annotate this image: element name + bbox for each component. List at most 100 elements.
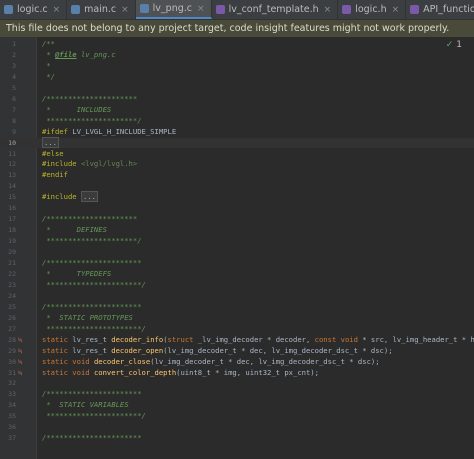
tab-main-c[interactable]: main.c × bbox=[67, 0, 136, 19]
header-file-icon bbox=[215, 5, 225, 14]
go-to-definition-icon[interactable]: ≒ bbox=[18, 335, 22, 346]
code-text: #include <lvgl/lvgl.h> bbox=[42, 159, 138, 169]
line-number: 17 bbox=[8, 215, 16, 224]
tab-lv-conf-template-h[interactable]: lv_conf_template.h × bbox=[212, 0, 339, 19]
c-file-icon bbox=[71, 5, 81, 14]
close-icon[interactable]: × bbox=[121, 5, 129, 15]
code-line[interactable]: 11 #else bbox=[0, 149, 474, 160]
code-line[interactable]: 18 * DEFINES bbox=[0, 225, 474, 236]
code-line[interactable]: 25 /********************** bbox=[0, 302, 474, 313]
line-number: 35 bbox=[8, 412, 16, 421]
line-number: 37 bbox=[8, 434, 16, 443]
code-line[interactable]: 2 * @file lv_png.c bbox=[0, 50, 474, 61]
line-number: 21 bbox=[8, 259, 16, 267]
c-file-icon bbox=[4, 5, 13, 14]
code-line[interactable]: 16 bbox=[0, 203, 474, 214]
code-line[interactable]: 12 #include <lvgl/lvgl.h> bbox=[0, 159, 474, 170]
code-line[interactable]: 10... bbox=[0, 136, 474, 149]
line-number: 8 bbox=[12, 116, 16, 125]
code-line[interactable]: 20 bbox=[0, 247, 474, 258]
code-text: **********************/ bbox=[42, 411, 146, 421]
code-text: * bbox=[42, 60, 51, 70]
line-number: 16 bbox=[8, 204, 16, 213]
code-line[interactable]: 33 /********************** bbox=[0, 389, 474, 400]
line-number: 29 bbox=[8, 346, 16, 355]
code-line[interactable]: 1 /** bbox=[0, 39, 474, 50]
line-number: 2 bbox=[12, 50, 16, 59]
tab-label: API_functions.h bbox=[423, 4, 474, 15]
tab-logic-h[interactable]: logic.h × bbox=[338, 0, 407, 19]
code-line[interactable]: 34 * STATIC VARIABLES bbox=[0, 400, 474, 411]
code-line[interactable]: 3 * bbox=[0, 61, 474, 72]
code-line[interactable]: 7 * INCLUDES bbox=[0, 105, 474, 116]
code-text: #ifdef LV_LVGL_H_INCLUDE_SIMPLE bbox=[42, 126, 177, 136]
line-number: 1 bbox=[12, 40, 16, 48]
code-line[interactable]: 5 bbox=[0, 83, 474, 94]
code-line[interactable]: 35 **********************/ bbox=[0, 411, 474, 422]
line-number: 19 bbox=[8, 237, 16, 246]
code-line[interactable]: 8 *********************/ bbox=[0, 116, 474, 127]
go-to-definition-icon[interactable]: ≒ bbox=[18, 346, 22, 357]
line-number: 30 bbox=[8, 357, 16, 366]
code-text: **********************/ bbox=[42, 279, 146, 289]
go-to-definition-icon[interactable]: ≒ bbox=[18, 357, 22, 368]
line-number: 9 bbox=[12, 127, 16, 136]
code-text: /** bbox=[42, 39, 55, 48]
code-line[interactable]: 30 ≒ static void decoder_close(lv_img_deco… bbox=[0, 357, 474, 368]
code-text: **********************/ bbox=[42, 323, 146, 333]
line-number: 33 bbox=[8, 390, 16, 399]
code-line[interactable]: 27 **********************/ bbox=[0, 324, 474, 335]
code-line[interactable]: 9 #ifdef LV_LVGL_H_INCLUDE_SIMPLE bbox=[0, 127, 474, 138]
editor-tab-bar: logic.c × main.c × lv_png.c × lv_conf_template… bbox=[0, 0, 474, 20]
tab-label: main.c bbox=[84, 4, 117, 15]
code-line[interactable]: 36 bbox=[0, 422, 474, 433]
close-icon[interactable]: × bbox=[197, 4, 205, 14]
code-line[interactable]: 24 bbox=[0, 291, 474, 302]
close-icon[interactable]: × bbox=[324, 5, 332, 15]
code-line[interactable]: 13 #endif bbox=[0, 170, 474, 181]
code-line[interactable]: 15 #include ... bbox=[0, 191, 474, 203]
code-line[interactable]: 28 ≒ static lv_res_t decoder_info(struct _… bbox=[0, 335, 474, 346]
tab-logic-c[interactable]: logic.c × bbox=[0, 0, 68, 19]
close-icon[interactable]: × bbox=[392, 5, 400, 15]
code-text: static void convert_color_depth(uint8_t … bbox=[42, 367, 319, 377]
line-number: 31 bbox=[8, 368, 16, 377]
code-line[interactable]: 6 /********************* bbox=[0, 94, 474, 105]
code-line[interactable]: 17 /********************* bbox=[0, 214, 474, 225]
code-line[interactable]: 29 ≒ static lv_res_t decoder_open(lv_img_d… bbox=[0, 346, 474, 357]
code-line[interactable]: 37 /********************** bbox=[0, 433, 474, 444]
code-text: #else bbox=[42, 148, 64, 158]
code-line[interactable]: 32 bbox=[0, 378, 474, 389]
header-file-icon bbox=[410, 5, 420, 14]
close-icon[interactable]: × bbox=[53, 5, 61, 15]
code-line[interactable]: 21 /********************** bbox=[0, 258, 474, 269]
tab-lv-png-c[interactable]: lv_png.c × bbox=[135, 0, 212, 19]
code-line[interactable]: 23 **********************/ bbox=[0, 280, 474, 291]
code-text: static lv_res_t decoder_open(lv_img_deco… bbox=[42, 345, 393, 355]
code-line[interactable]: 4 */ bbox=[0, 72, 474, 83]
line-number: 15 bbox=[8, 193, 16, 202]
line-number: 5 bbox=[12, 83, 16, 92]
code-text: /********************** bbox=[42, 389, 142, 399]
line-number: 6 bbox=[12, 94, 16, 103]
tab-label: logic.c bbox=[17, 4, 48, 15]
code-line[interactable]: 19 *********************/ bbox=[0, 236, 474, 247]
tab-label: lv_conf_template.h bbox=[228, 4, 319, 15]
code-text: /********************** bbox=[42, 301, 142, 311]
code-line[interactable]: 22 * TYPEDEFS bbox=[0, 269, 474, 280]
code-text: *********************/ bbox=[42, 115, 142, 125]
code-line[interactable]: 31 ≒ static void convert_color_depth(uint8… bbox=[0, 368, 474, 379]
code-text: /********************** bbox=[42, 258, 142, 267]
c-file-icon bbox=[139, 4, 149, 13]
go-to-definition-icon[interactable]: ≒ bbox=[18, 368, 22, 379]
tab-api-functions-h[interactable]: API_functions.h× bbox=[406, 0, 474, 19]
code-text: * DEFINES bbox=[42, 225, 107, 235]
line-number: 26 bbox=[8, 313, 16, 322]
code-editor[interactable]: ✓ 1 1/** 2 * @file lv_png.c 3 * 4 */5 6/****… bbox=[0, 37, 474, 459]
code-line[interactable]: 26 * STATIC PROTOTYPES bbox=[0, 313, 474, 324]
code-text: * STATIC VARIABLES bbox=[42, 400, 129, 410]
code-line[interactable]: 14 bbox=[0, 181, 474, 192]
code-text: /********************** bbox=[42, 433, 142, 443]
line-number: 36 bbox=[8, 423, 16, 432]
line-number: 32 bbox=[8, 379, 16, 388]
